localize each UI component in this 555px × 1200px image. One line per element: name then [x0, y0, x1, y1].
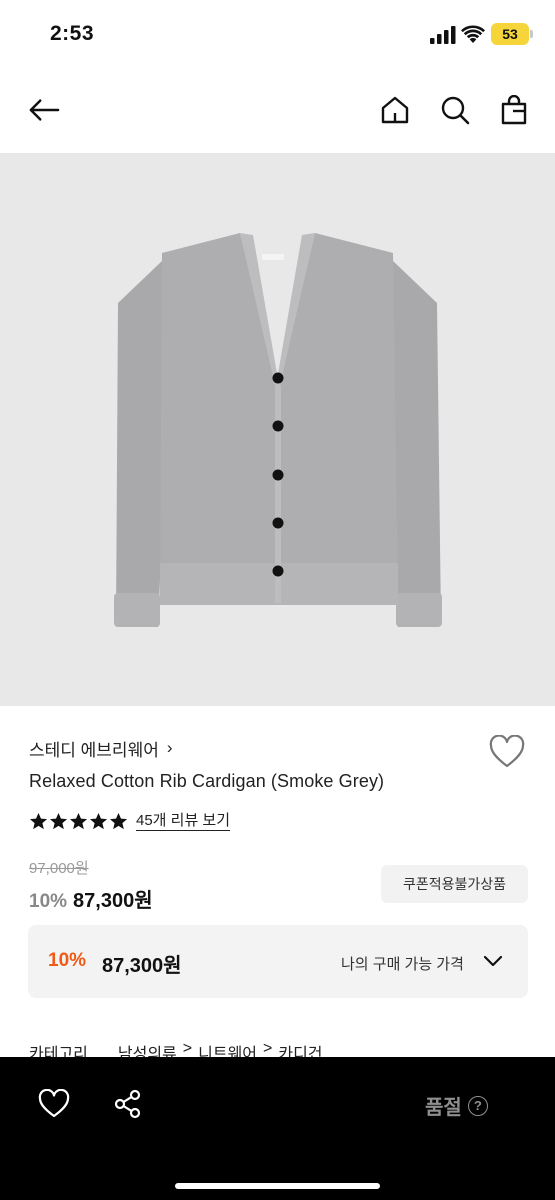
- battery-indicator: 53: [491, 23, 529, 45]
- star-rating: [29, 812, 128, 831]
- category-label: 카테고리: [29, 1046, 88, 1058]
- sold-out-label: 품절: [425, 1097, 462, 1119]
- chevron-down-icon: [483, 955, 503, 967]
- rating-row: 45개 리뷰 보기: [29, 809, 231, 833]
- brand-name: 스테디 에브리웨어: [29, 740, 159, 760]
- help-icon[interactable]: ?: [467, 1095, 488, 1116]
- my-price-dropdown[interactable]: 10% 87,300원 나의 구매 가능 가격: [28, 925, 528, 998]
- cardigan-image: [114, 233, 442, 627]
- top-navigation: [0, 78, 555, 142]
- heart-outline-icon: [489, 734, 525, 768]
- home-button[interactable]: [379, 94, 411, 126]
- coupon-unavailable-badge: 쿠폰적용불가상품: [381, 865, 528, 903]
- category-breadcrumb: 카테고리 남성의류 > 니트웨어 > 카디건: [29, 1040, 323, 1058]
- product-image[interactable]: [0, 153, 555, 706]
- star-icon: [89, 812, 108, 829]
- breadcrumb-item-knitwear[interactable]: 니트웨어: [198, 1040, 257, 1058]
- share-button[interactable]: [113, 1089, 143, 1119]
- star-icon: [49, 812, 68, 829]
- breadcrumb-separator: >: [263, 1040, 273, 1057]
- star-icon: [29, 812, 48, 829]
- breadcrumb-item-cardigan[interactable]: 카디건: [278, 1040, 322, 1058]
- brand-link[interactable]: 스테디 에브리웨어 ›: [29, 734, 173, 762]
- battery-cap: [530, 30, 533, 38]
- discount-rate: 10%: [29, 891, 68, 912]
- heart-icon: [38, 1088, 70, 1118]
- status-time: 2:53: [50, 22, 95, 45]
- product-name: Relaxed Cotton Rib Cardigan (Smoke Grey): [29, 771, 385, 791]
- chevron-right-icon: ›: [166, 738, 173, 757]
- bottom-action-bar: 품절 ?: [0, 1057, 555, 1200]
- wifi-icon: [461, 25, 485, 43]
- review-link[interactable]: 45개 리뷰 보기: [136, 811, 231, 831]
- status-bar: 2:53 53: [0, 0, 555, 70]
- sale-price: 87,300원: [73, 890, 153, 912]
- search-button[interactable]: [439, 94, 471, 126]
- sold-out-status: 품절 ?: [425, 1091, 488, 1120]
- home-icon: [381, 96, 409, 124]
- my-price: 87,300원: [102, 955, 182, 977]
- like-button[interactable]: [38, 1088, 70, 1119]
- cart-button[interactable]: [498, 94, 530, 126]
- wishlist-button[interactable]: [489, 734, 525, 769]
- cellular-signal-icon: [430, 26, 456, 44]
- home-indicator[interactable]: [175, 1183, 380, 1189]
- search-icon: [441, 96, 470, 125]
- share-icon: [114, 1089, 141, 1119]
- my-price-label: 나의 구매 가능 가격: [341, 956, 464, 973]
- back-button[interactable]: [28, 94, 60, 126]
- breadcrumb-separator: >: [182, 1040, 193, 1057]
- arrow-left-icon: [29, 99, 60, 121]
- star-icon: [109, 812, 128, 829]
- breadcrumb-item-menswear[interactable]: 남성의류: [118, 1040, 177, 1058]
- shopping-bag-icon: [501, 95, 527, 125]
- my-discount-rate: 10%: [48, 950, 87, 971]
- price-row: 10% 87,300원: [29, 884, 153, 913]
- original-price: 97,000원: [29, 860, 89, 877]
- star-icon: [69, 812, 88, 829]
